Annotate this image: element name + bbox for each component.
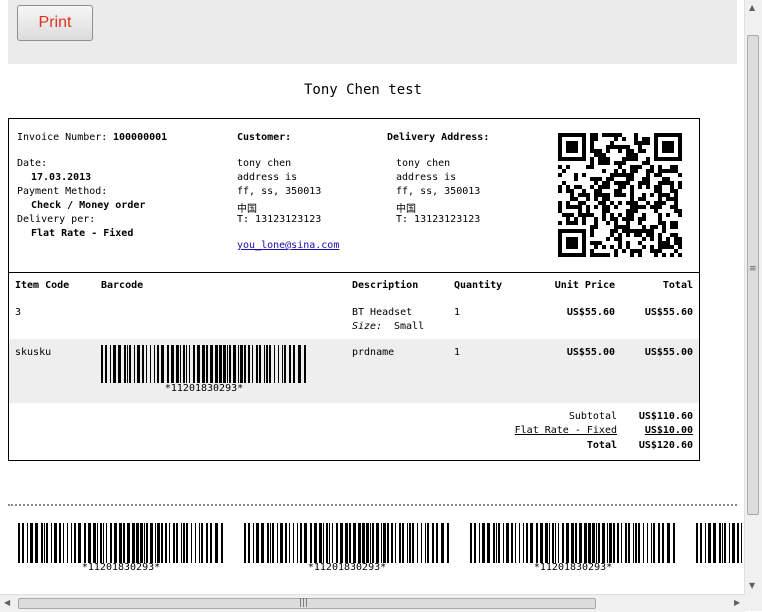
invoice-number: 100000001	[113, 132, 168, 143]
invoice-date: 17.03.2013	[31, 172, 92, 183]
delivery-country: 中国	[396, 204, 416, 215]
grip-icon: |||	[299, 598, 309, 608]
subtotal-label: Subtotal	[568, 411, 617, 422]
scroll-corner	[745, 594, 762, 611]
grip-icon: ≡	[749, 264, 757, 274]
row2-description: prdname	[352, 347, 395, 358]
label-barcode	[244, 523, 449, 563]
payment-method-label: Payment Method:	[17, 186, 108, 197]
delivery-per-label: Delivery per:	[17, 214, 96, 225]
shipping-label: Flat Rate - Fixed	[514, 425, 617, 436]
col-quantity: Quantity	[454, 280, 503, 291]
shipping-value: US$10.00	[644, 425, 693, 436]
delivery-address-line1: address is	[396, 172, 457, 183]
col-item-code: Item Code	[15, 280, 70, 291]
customer-address-line2: ff, ss, 350013	[237, 186, 322, 197]
delivery-phone: T: 13123123123	[396, 214, 481, 225]
scroll-left-arrow-icon[interactable]: ◀	[4, 598, 10, 607]
vertical-scroll-thumb[interactable]: ≡	[747, 35, 759, 515]
subtotal-value: US$110.60	[638, 411, 693, 422]
row2-unit-price: US$55.00	[566, 347, 615, 358]
grand-total-value: US$120.60	[638, 440, 693, 451]
customer-heading: Customer:	[237, 132, 292, 143]
cut-line	[8, 504, 737, 506]
col-barcode: Barcode	[101, 280, 144, 291]
col-description: Description	[352, 280, 419, 291]
payment-method: Check / Money order	[31, 200, 146, 211]
row2-barcode	[101, 345, 306, 383]
delivery-per: Flat Rate - Fixed	[31, 228, 134, 239]
label-barcode-text: *11201830293*	[533, 562, 613, 573]
delivery-address-heading: Delivery Address:	[387, 132, 490, 143]
header-divider	[9, 272, 699, 273]
customer-country: 中国	[237, 204, 257, 215]
label-barcode	[470, 523, 675, 563]
delivery-name: tony chen	[396, 158, 451, 169]
row1-unit-price: US$55.60	[566, 307, 615, 318]
col-total: Total	[662, 280, 693, 291]
customer-name: tony chen	[237, 158, 292, 169]
invoice: Invoice Number: 100000001 Date: 17.03.20…	[8, 118, 700, 461]
scroll-up-arrow-icon[interactable]: ▲	[749, 3, 755, 12]
customer-phone: T: 13123123123	[237, 214, 322, 225]
horizontal-scrollbar[interactable]: ◀ ||| ▶	[0, 594, 745, 612]
document-title: Tony Chen test	[303, 82, 422, 98]
label-barcode-text: *11201830293*	[307, 562, 387, 573]
col-unit-price: Unit Price	[554, 280, 615, 291]
label-barcode	[18, 523, 223, 563]
qr-code	[558, 133, 682, 257]
customer-address-line1: address is	[237, 172, 298, 183]
row2-total: US$55.00	[644, 347, 693, 358]
date-label: Date:	[17, 158, 48, 169]
delivery-address-line2: ff, ss, 350013	[396, 186, 481, 197]
horizontal-scroll-thumb[interactable]: |||	[18, 598, 596, 609]
toolbar: Print	[8, 0, 737, 64]
row1-option-label: Size:	[352, 321, 383, 332]
scroll-down-arrow-icon[interactable]: ▼	[749, 581, 755, 590]
label-barcode-text: *11201830293*	[81, 562, 161, 573]
row1-total: US$55.60	[644, 307, 693, 318]
label-barcode-partial	[696, 523, 746, 563]
row1-quantity: 1	[454, 307, 461, 318]
customer-email-link[interactable]: you_lone@sina.com	[237, 240, 339, 251]
row2-barcode-text: *11201830293*	[164, 383, 244, 394]
grand-total-label: Total	[586, 440, 617, 451]
row1-item-code: 3	[15, 307, 22, 318]
invoice-number-label: Invoice Number:	[17, 132, 108, 143]
scroll-right-arrow-icon[interactable]: ▶	[734, 598, 740, 607]
row1-option-value: Small	[394, 321, 425, 332]
row1-description: BT Headset	[352, 307, 413, 318]
vertical-scrollbar[interactable]: ▲ ≡ ▼	[744, 0, 762, 594]
row2-item-code: skusku	[15, 347, 52, 358]
print-button[interactable]: Print	[17, 5, 93, 41]
row2-quantity: 1	[454, 347, 461, 358]
